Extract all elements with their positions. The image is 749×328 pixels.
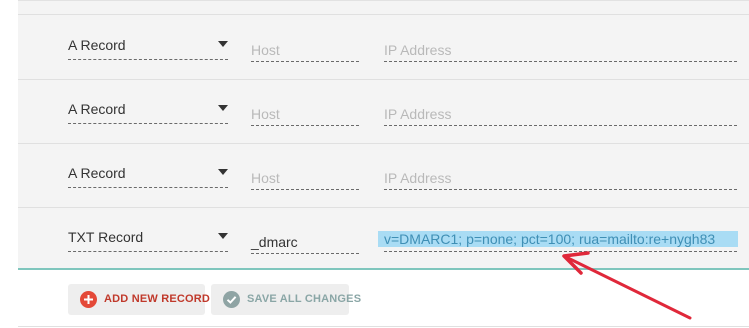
- record-row-txt: TXT Record _dmarc v=DMARC1; p=none; pct=…: [18, 207, 749, 270]
- host-input[interactable]: Host: [251, 39, 359, 62]
- host-placeholder: Host: [251, 106, 280, 122]
- host-input[interactable]: Host: [251, 167, 359, 190]
- plus-circle-icon: [80, 291, 97, 308]
- save-all-changes-label: SAVE ALL CHANGES: [247, 293, 362, 305]
- record-row: A Record Host IP Address: [18, 79, 749, 144]
- record-row: A Record Host IP Address: [18, 15, 749, 80]
- host-placeholder: Host: [251, 42, 280, 58]
- check-circle-icon: [223, 291, 240, 308]
- caret-down-icon: [218, 233, 228, 239]
- record-type-select[interactable]: A Record: [68, 37, 228, 60]
- ip-address-placeholder: IP Address: [384, 170, 452, 186]
- record-row: A Record Host IP Address: [18, 143, 749, 208]
- add-new-record-label: ADD NEW RECORD: [104, 293, 211, 305]
- txt-value-input[interactable]: v=DMARC1; p=none; pct=100; rua=mailto:re…: [384, 231, 715, 247]
- txt-value-underline: [384, 251, 737, 252]
- caret-down-icon: [218, 41, 228, 47]
- host-input[interactable]: Host: [251, 103, 359, 126]
- host-value: _dmarc: [251, 234, 298, 250]
- host-placeholder: Host: [251, 170, 280, 186]
- ip-address-input[interactable]: IP Address: [384, 39, 737, 62]
- record-type-label: A Record: [68, 101, 126, 117]
- ip-address-placeholder: IP Address: [384, 42, 452, 58]
- record-type-label: TXT Record: [68, 229, 144, 245]
- records-top-divider: [18, 1, 749, 15]
- host-input[interactable]: _dmarc: [251, 231, 359, 254]
- record-type-select[interactable]: TXT Record: [68, 229, 228, 252]
- caret-down-icon: [218, 169, 228, 175]
- record-type-select[interactable]: A Record: [68, 101, 228, 124]
- caret-down-icon: [218, 105, 228, 111]
- bottom-divider: [18, 326, 749, 327]
- ip-address-input[interactable]: IP Address: [384, 103, 737, 126]
- records-table: A Record Host IP Address A Record Host I…: [18, 0, 749, 270]
- ip-address-placeholder: IP Address: [384, 106, 452, 122]
- save-all-changes-button[interactable]: SAVE ALL CHANGES: [211, 284, 361, 315]
- ip-address-input[interactable]: IP Address: [384, 167, 737, 190]
- record-type-select[interactable]: A Record: [68, 165, 228, 188]
- record-type-label: A Record: [68, 37, 126, 53]
- add-new-record-button[interactable]: ADD NEW RECORD: [68, 284, 210, 315]
- dns-records-panel: A Record Host IP Address A Record Host I…: [0, 0, 749, 328]
- record-type-label: A Record: [68, 165, 126, 181]
